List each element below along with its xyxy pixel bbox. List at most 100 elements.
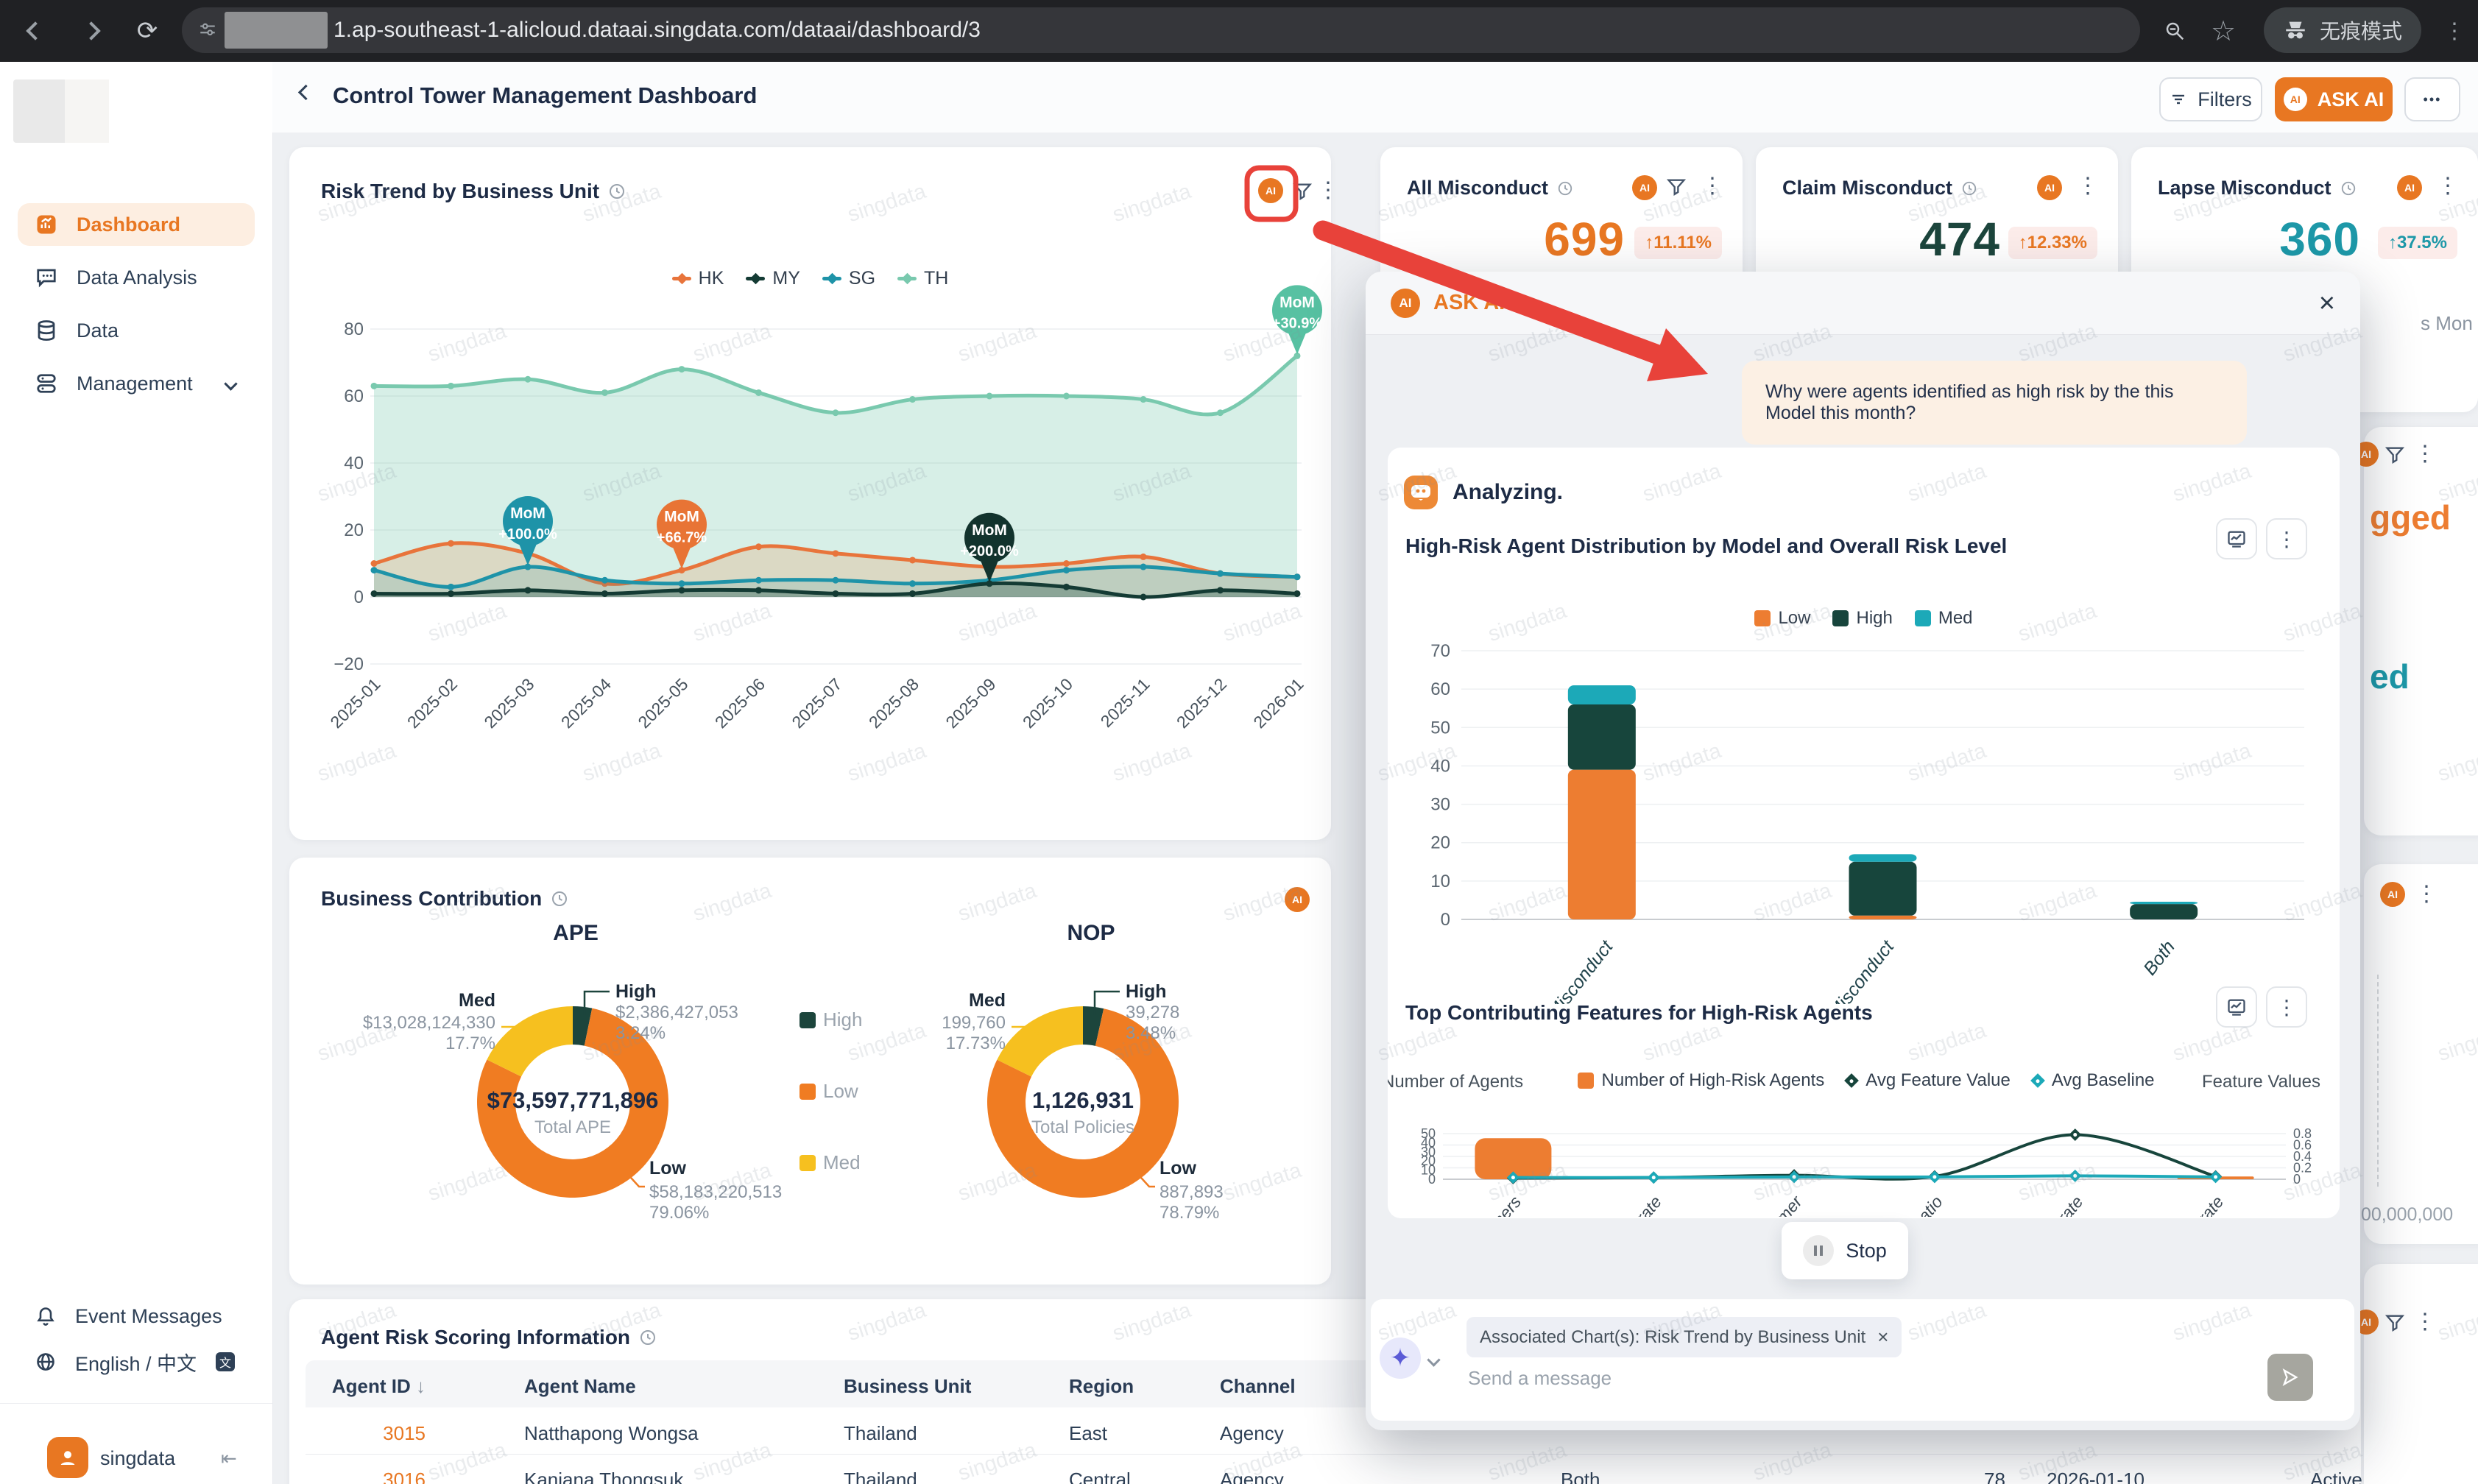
- svg-text:2025-04: 2025-04: [557, 674, 615, 732]
- col-header-business-unit[interactable]: Business Unit: [844, 1375, 971, 1398]
- col-header-agent-id[interactable]: Agent ID ↓: [308, 1375, 426, 1398]
- card-ai-icon[interactable]: AI: [2380, 882, 2405, 907]
- card-kebab-icon[interactable]: ⋮: [2077, 175, 2099, 197]
- svg-text:$58,183,220,513: $58,183,220,513: [649, 1182, 782, 1202]
- legend-label: Low: [823, 1080, 858, 1103]
- card-kebab-icon[interactable]: ⋮: [1317, 180, 1339, 202]
- kpi-delta-badge: ↑11.11%: [1634, 227, 1722, 259]
- sidebar-item-event-messages[interactable]: Event Messages: [18, 1297, 255, 1335]
- svg-text:licy_rate: licy_rate: [2172, 1192, 2227, 1217]
- cell-agent-id[interactable]: 3015: [308, 1422, 426, 1445]
- sidebar: Dashboard Data Analysis Data Management Eve…: [0, 62, 273, 1484]
- sidebar-item-data-analysis[interactable]: Data Analysis: [18, 256, 255, 299]
- dashboard-icon: [35, 213, 57, 236]
- risk-trend-chart: 806040200−202025-012025-022025-032025-04…: [300, 262, 1325, 840]
- model-avatar[interactable]: ✦: [1380, 1338, 1421, 1379]
- sort-desc-icon[interactable]: ↓: [416, 1375, 426, 1397]
- message-input[interactable]: Send a message: [1468, 1367, 1612, 1390]
- svg-text:Total APE: Total APE: [534, 1117, 611, 1137]
- sidebar-item-label: English / 中文: [75, 1348, 197, 1377]
- back-icon[interactable]: [300, 87, 311, 102]
- features-chart: 0102030405000.20.40.60.8customersonth_ra…: [1399, 1099, 2328, 1218]
- legend-swatch: [799, 1084, 816, 1100]
- cell-agent-id[interactable]: 3016: [308, 1469, 426, 1484]
- card-ai-icon[interactable]: AI: [2037, 175, 2062, 200]
- svg-text:Low: Low: [649, 1158, 687, 1179]
- bell-icon: [35, 1306, 56, 1326]
- sidebar-item-management[interactable]: Management: [18, 362, 255, 405]
- chart-toggle-icon[interactable]: [2216, 986, 2257, 1028]
- svg-text:60: 60: [1430, 679, 1450, 699]
- translate-icon: 文: [216, 1352, 235, 1371]
- message-composer: ✦ Associated Chart(s): Risk Trend by Bus…: [1371, 1299, 2354, 1421]
- avatar[interactable]: [47, 1437, 88, 1478]
- kpi-title: Lapse Misconduct: [2158, 177, 2357, 199]
- card-filter-icon[interactable]: [1666, 177, 1687, 201]
- kpi-delta-badge: ↑12.33%: [2008, 227, 2097, 259]
- collapse-sidebar-icon[interactable]: ⇤: [221, 1447, 237, 1470]
- card-ai-icon[interactable]: AI: [2397, 175, 2422, 200]
- stop-label: Stop: [1846, 1240, 1887, 1262]
- browser-forward-icon[interactable]: [74, 13, 109, 49]
- site-settings-icon: [198, 21, 217, 40]
- axis-label-fragment: 00,000,000: [2361, 1204, 2453, 1226]
- svg-text:0: 0: [1441, 910, 1450, 930]
- business-contribution-legend: HighLowMed: [799, 1008, 862, 1174]
- card-ai-icon[interactable]: AI: [1258, 178, 1283, 203]
- cell-channel: Agency: [1220, 1422, 1284, 1445]
- card-filter-icon[interactable]: [2385, 445, 2405, 465]
- svg-text:2025-08: 2025-08: [865, 674, 922, 732]
- svg-text:30: 30: [1430, 795, 1450, 815]
- sidebar-item-data[interactable]: Data: [18, 309, 255, 352]
- svg-text:Lapse Misconduct: Lapse Misconduct: [1790, 936, 1899, 1004]
- svg-text:79.06%: 79.06%: [649, 1203, 709, 1223]
- cell-channel: Agency: [1220, 1469, 1284, 1484]
- card-kebab-icon[interactable]: ⋮: [2437, 175, 2459, 197]
- kpi-delta-badge: ↑37.5%: [2378, 227, 2457, 259]
- card-kebab-icon[interactable]: ⋮: [1701, 175, 1723, 197]
- bookmark-star-icon[interactable]: ☆: [2206, 13, 2241, 49]
- chart-toggle-icon[interactable]: [2216, 518, 2257, 559]
- incognito-icon: [2283, 19, 2308, 41]
- sidebar-item-language[interactable]: English / 中文文: [18, 1343, 255, 1381]
- clock-icon: [608, 183, 626, 200]
- cell-score: 78: [1984, 1469, 2005, 1484]
- filters-button[interactable]: Filters: [2159, 77, 2262, 121]
- browser-reload-icon[interactable]: ⟳: [130, 13, 165, 49]
- zoom-out-icon[interactable]: [2157, 13, 2192, 49]
- send-button[interactable]: [2267, 1354, 2313, 1401]
- browser-back-icon[interactable]: [18, 13, 53, 49]
- card-filter-icon[interactable]: [2385, 1312, 2405, 1333]
- svg-text:2025-11: 2025-11: [1097, 674, 1154, 731]
- svg-text:Med: Med: [459, 990, 495, 1011]
- card-kebab-icon[interactable]: ⋮: [2414, 1311, 2436, 1333]
- ai-icon: AI: [1391, 289, 1420, 318]
- ai-icon: AI: [2284, 88, 2307, 111]
- card-ai-icon[interactable]: AI: [1632, 175, 1657, 200]
- sidebar-item-dashboard[interactable]: Dashboard: [18, 203, 255, 246]
- card-kebab-icon[interactable]: ⋮: [2415, 883, 2438, 905]
- section2-title: Top Contributing Features for High-Risk …: [1405, 1001, 1873, 1025]
- close-icon[interactable]: ×: [2319, 289, 2335, 317]
- card-filter-icon[interactable]: [1292, 181, 1313, 202]
- col-header-channel[interactable]: Channel: [1220, 1375, 1296, 1398]
- ai-analysis-card: Analyzing. High-Risk Agent Distribution …: [1388, 448, 2340, 1218]
- section2-kebab-icon[interactable]: ⋮: [2266, 986, 2307, 1028]
- col-header-region[interactable]: Region: [1069, 1375, 1134, 1398]
- browser-menu-icon[interactable]: ⋮: [2437, 13, 2472, 49]
- address-bar[interactable]: 1.ap-southeast-1-alicloud.dataai.singdat…: [182, 7, 2140, 53]
- pause-icon: [1803, 1235, 1834, 1266]
- legend-label: Med: [823, 1151, 861, 1174]
- legend-swatch: [799, 1012, 816, 1028]
- more-label: •••: [2424, 92, 2442, 107]
- stop-button[interactable]: Stop: [1782, 1222, 1908, 1279]
- legend-item-bar: Number of High-Risk Agents: [1578, 1070, 1824, 1091]
- card-kebab-icon[interactable]: ⋮: [2414, 443, 2436, 465]
- chip-remove-icon[interactable]: ×: [1877, 1326, 1888, 1349]
- section1-kebab-icon[interactable]: ⋮: [2266, 518, 2307, 559]
- ask-ai-button[interactable]: AI ASK AI: [2275, 77, 2393, 121]
- col-header-agent-name[interactable]: Agent Name: [524, 1375, 636, 1398]
- legend-item-avg-feature-value: Avg Feature Value: [1846, 1070, 2011, 1091]
- more-button[interactable]: •••: [2404, 77, 2460, 121]
- incognito-label: 无痕模式: [2320, 15, 2402, 45]
